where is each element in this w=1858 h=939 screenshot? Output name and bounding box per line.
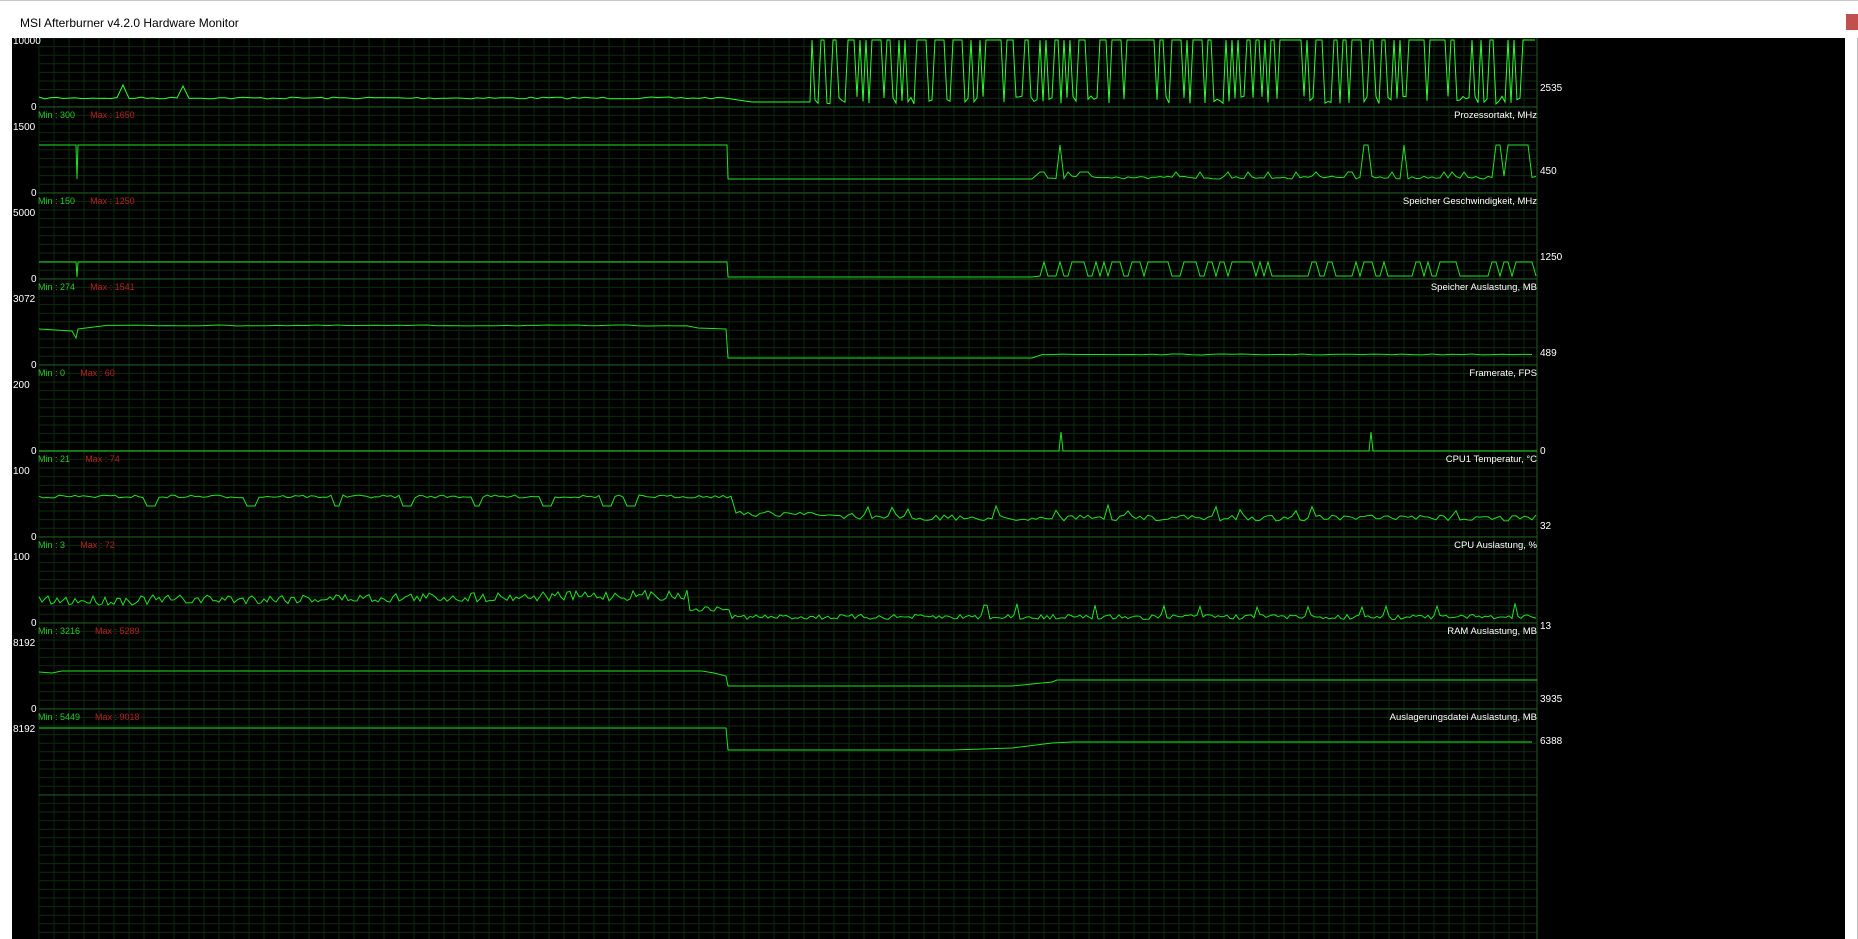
graph-name: Auslagerungsdatei Auslastung, MB <box>1390 712 1537 723</box>
graph-min-label: Min : 0 <box>38 368 65 378</box>
graph-max-label: Max : 1250 <box>90 196 135 206</box>
graph-bottom-label: 0 <box>31 532 37 543</box>
window-titlebar[interactable]: MSI Afterburner v4.2.0 Hardware Monitor <box>0 0 1858 38</box>
graph-name: Speicher Geschwindigkeit, MHz <box>1403 196 1537 207</box>
graph-top-label: 10000 <box>13 38 41 47</box>
graph-name: Framerate, FPS <box>1469 368 1537 379</box>
graph-bottom-label: 0 <box>31 102 37 113</box>
graph-current-value: 1250 <box>1540 252 1563 263</box>
graph-trace-extra <box>39 727 1532 751</box>
graph-max-label: Max : 60 <box>80 368 115 378</box>
graph-current-value: 32 <box>1540 521 1552 532</box>
graph-max-label: Max : 72 <box>80 540 115 550</box>
graphs-canvas: 100000Prozessortakt, MHz253515000Min : 3… <box>13 38 1563 939</box>
graph-bottom-label: 0 <box>31 360 37 371</box>
graph-name: RAM Auslastung, MB <box>1447 626 1537 637</box>
graph-name: CPU1 Temperatur, °C <box>1446 454 1537 465</box>
graph-max-label: Max : 1650 <box>90 110 135 120</box>
graph-bottom-label: 0 <box>31 704 37 715</box>
graph-top-label: 3072 <box>13 294 36 305</box>
graph-bottom-label: 0 <box>31 188 37 199</box>
graph-current-value: 0 <box>1540 446 1546 457</box>
grid-lines <box>38 38 1538 939</box>
graph-top-label: 100 <box>13 466 30 477</box>
graph-panel-core_clock[interactable]: 10000 0 Prozessortakt, MHz 2535 <box>13 38 1563 121</box>
graph-max-label: Max : 1541 <box>90 282 135 292</box>
graph-current-value: 2535 <box>1540 83 1563 94</box>
graph-max-label: Max : 5289 <box>95 626 140 636</box>
graph-current-value: 6388 <box>1540 736 1563 747</box>
graph-bottom-label: 0 <box>31 446 37 457</box>
window-title: MSI Afterburner v4.2.0 Hardware Monitor <box>20 16 239 30</box>
graph-current-value: 13 <box>1540 621 1552 632</box>
graph-top-label: 1500 <box>13 122 36 133</box>
graph-top-label: 5000 <box>13 208 36 219</box>
graph-bottom-label: 0 <box>31 618 37 629</box>
graph-current-value: 3935 <box>1540 694 1563 705</box>
graph-min-label: Min : 21 <box>38 454 70 464</box>
graph-name: Speicher Auslastung, MB <box>1431 282 1537 293</box>
graph-top-label: 8192 <box>13 638 36 649</box>
graph-max-label: Max : 74 <box>85 454 120 464</box>
graph-min-label: Min : 274 <box>38 282 75 292</box>
graph-name: Prozessortakt, MHz <box>1454 110 1537 121</box>
graph-top-label: 200 <box>13 380 30 391</box>
close-button[interactable] <box>1846 14 1858 30</box>
graph-min-label: Min : 5449 <box>38 712 80 722</box>
graph-min-label: Min : 3 <box>38 540 65 550</box>
graph-top-label: 100 <box>13 552 30 563</box>
graph-bottom-label: 0 <box>31 274 37 285</box>
graph-current-value: 450 <box>1540 166 1557 177</box>
graph-max-label: Max : 9018 <box>95 712 140 722</box>
graph-min-label: Min : 3216 <box>38 626 80 636</box>
graph-name: CPU Auslastung, % <box>1454 540 1537 551</box>
hardware-monitor-graphs[interactable]: 10000 0 Prozessortakt, MHz 2535 1500 0 Min : 3… <box>12 38 1845 939</box>
graph-min-label: Min : 300 <box>38 110 75 120</box>
graph-top-label: 8192 <box>13 724 36 735</box>
graph-min-label: Min : 150 <box>38 196 75 206</box>
graph-current-value: 489 <box>1540 348 1557 359</box>
